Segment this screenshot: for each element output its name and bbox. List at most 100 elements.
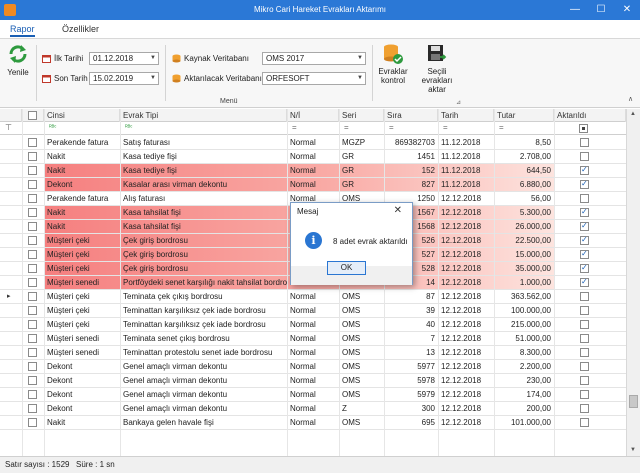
close-button[interactable]: ✕ (614, 0, 640, 20)
row-select-checkbox[interactable] (28, 138, 37, 147)
last-date-field[interactable]: 15.02.2019 ▼ (89, 72, 159, 85)
transferred-checkbox[interactable] (580, 348, 589, 357)
cell-cinsi: Nakit (47, 152, 66, 161)
transferred-checkbox[interactable] (580, 235, 589, 245)
close-icon[interactable]: ✕ (394, 205, 402, 216)
transfer-selected-button[interactable]: Seçili evrakları aktar (412, 43, 462, 94)
collapse-ribbon-icon[interactable]: ∧ (628, 95, 633, 103)
target-db-select[interactable]: ORFESOFT ▼ (262, 72, 366, 85)
scroll-thumb[interactable] (629, 395, 638, 408)
row-select-checkbox[interactable] (28, 152, 37, 161)
row-select-checkbox[interactable] (28, 222, 37, 231)
row-select-checkbox[interactable] (28, 180, 37, 189)
transferred-checkbox[interactable] (580, 390, 589, 399)
table-row[interactable]: Nakit Bankaya gelen havale fişi Normal OMS 6… (0, 416, 626, 430)
transferred-checkbox[interactable] (580, 221, 589, 231)
minimize-button[interactable]: — (562, 0, 588, 20)
vertical-scrollbar[interactable]: ▲ ▼ (626, 109, 640, 456)
check-documents-button[interactable]: Evraklar kontrol (374, 43, 412, 85)
filter-icon[interactable]: ⊤ (5, 123, 12, 132)
row-select-checkbox[interactable] (28, 390, 37, 399)
cell-tarih: 12.12.2018 (441, 194, 482, 203)
header-aktarildi[interactable]: Aktarıldı (554, 109, 626, 122)
table-row[interactable]: Müşteri çeki Teminattan karşılıksız çek i… (0, 318, 626, 332)
header-select-all[interactable] (22, 109, 44, 122)
ok-button[interactable]: OK (327, 261, 366, 275)
table-row[interactable]: Nakit Kasa tediye fişi Normal GR 152 11.12.20… (0, 164, 626, 178)
filter-tarih[interactable]: = (440, 121, 451, 135)
transferred-checkbox[interactable] (580, 249, 589, 259)
select-all-checkbox[interactable] (28, 111, 37, 120)
tab-rapor[interactable]: Rapor (10, 24, 35, 37)
transferred-checkbox[interactable] (580, 404, 589, 413)
transferred-checkbox[interactable] (580, 418, 589, 427)
row-select-checkbox[interactable] (28, 376, 37, 385)
scroll-up-icon[interactable]: ▲ (630, 111, 636, 117)
transferred-checkbox[interactable] (580, 138, 589, 147)
maximize-button[interactable]: ☐ (588, 0, 614, 20)
table-row[interactable]: ▸ Müşteri çeki Teminata çek çıkış bordrosu… (0, 290, 626, 304)
cell-evrak-tipi: Teminattan karşılıksız çek iade bordrosu (123, 320, 266, 329)
transferred-checkbox[interactable] (580, 152, 589, 161)
filter-sira[interactable]: = (386, 121, 397, 135)
transferred-checkbox[interactable] (580, 165, 589, 175)
transferred-checkbox[interactable] (580, 179, 589, 189)
filter-ni[interactable]: = (289, 121, 300, 135)
row-select-checkbox[interactable] (28, 208, 37, 217)
filter-seri[interactable]: = (341, 121, 352, 135)
cell-evrak-tipi: Teminattan protestolu senet iade bordros… (123, 348, 273, 357)
transferred-checkbox[interactable] (580, 194, 589, 203)
cell-evrak-tipi: Portföydeki senet karşılığı nakit tahsil… (123, 278, 287, 287)
tab-ozellikler[interactable]: Özellikler (62, 24, 99, 34)
transferred-checkbox[interactable] (580, 277, 589, 287)
transferred-checkbox[interactable] (580, 334, 589, 343)
transferred-checkbox[interactable] (580, 320, 589, 329)
cell-evrak-tipi: Teminattan karşılıksız çek iade bordrosu (123, 306, 266, 315)
row-select-checkbox[interactable] (28, 404, 37, 413)
cell-cinsi: Dekont (47, 404, 73, 413)
transferred-checkbox[interactable] (580, 207, 589, 217)
table-row[interactable]: Müşteri çeki Teminattan karşılıksız çek i… (0, 304, 626, 318)
table-row[interactable]: Dekont Genel amaçlı virman dekontu Normal Z… (0, 402, 626, 416)
row-select-checkbox[interactable] (28, 292, 37, 301)
dialog-launcher-icon[interactable]: ⊿ (456, 99, 461, 106)
cell-tutar: 15.000,00 (515, 250, 551, 259)
row-select-checkbox[interactable] (28, 306, 37, 315)
row-select-checkbox[interactable] (28, 348, 37, 357)
filter-aktarildi[interactable] (579, 124, 588, 133)
table-row[interactable]: Nakit Kasa tediye fişi Normal GR 1451 11.12.2… (0, 150, 626, 164)
source-db-select[interactable]: OMS 2017 ▼ (262, 52, 366, 65)
row-select-checkbox[interactable] (28, 264, 37, 273)
row-select-checkbox[interactable] (28, 278, 37, 287)
filter-tutar[interactable]: = (496, 121, 507, 135)
chevron-down-icon: ▼ (357, 55, 363, 61)
row-select-checkbox[interactable] (28, 418, 37, 427)
row-select-checkbox[interactable] (28, 362, 37, 371)
row-select-checkbox[interactable] (28, 334, 37, 343)
row-select-checkbox[interactable] (28, 236, 37, 245)
row-select-checkbox[interactable] (28, 250, 37, 259)
refresh-button[interactable]: Yenile (4, 43, 32, 77)
last-date-label: Son Tarih (54, 74, 88, 83)
table-row[interactable]: Dekont Kasalar arası virman dekontu Normal… (0, 178, 626, 192)
header-evrak-tipi[interactable]: Evrak Tipi (120, 109, 287, 122)
first-date-field[interactable]: 01.12.2018 ▼ (89, 52, 159, 65)
table-row[interactable]: Müşteri senedi Teminata senet çıkış bordr… (0, 332, 626, 346)
cell-cinsi: Müşteri senedi (47, 278, 100, 287)
row-select-checkbox[interactable] (28, 320, 37, 329)
filter-cinsi[interactable]: ᴿᴮᶜ (46, 121, 59, 135)
table-row[interactable]: Dekont Genel amaçlı virman dekontu Normal O… (0, 360, 626, 374)
transferred-checkbox[interactable] (580, 292, 589, 301)
scroll-down-icon[interactable]: ▼ (630, 447, 636, 453)
table-row[interactable]: Dekont Genel amaçlı virman dekontu Normal O… (0, 374, 626, 388)
table-row[interactable]: Müşteri senedi Teminattan protestolu sene… (0, 346, 626, 360)
transferred-checkbox[interactable] (580, 306, 589, 315)
table-row[interactable]: Dekont Genel amaçlı virman dekontu Normal O… (0, 388, 626, 402)
transferred-checkbox[interactable] (580, 362, 589, 371)
transferred-checkbox[interactable] (580, 376, 589, 385)
transferred-checkbox[interactable] (580, 263, 589, 273)
table-row[interactable]: Perakende fatura Satış faturası Normal MGZP… (0, 136, 626, 150)
row-select-checkbox[interactable] (28, 166, 37, 175)
filter-evrak-tipi[interactable]: ᴿᴮᶜ (122, 121, 135, 135)
row-select-checkbox[interactable] (28, 194, 37, 203)
